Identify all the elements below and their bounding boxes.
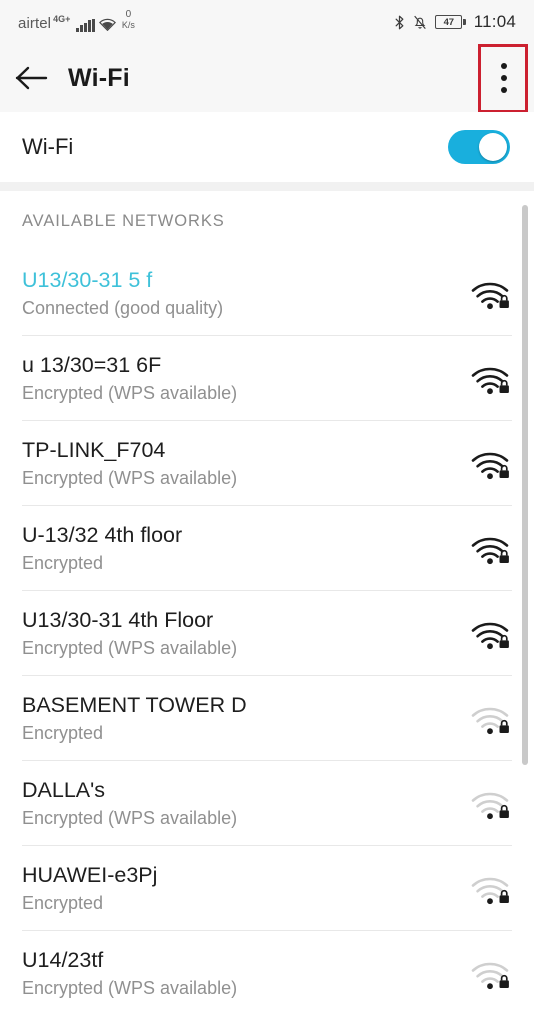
network-list-item[interactable]: DALLA's Encrypted (WPS available) [0, 761, 534, 846]
wifi-toggle-switch[interactable] [448, 130, 510, 164]
network-ssid: U13/30-31 5 f [22, 269, 223, 292]
network-ssid: U14/23tf [22, 949, 237, 972]
section-header-available-networks: AVAILABLE NETWORKS [0, 191, 534, 251]
wifi-lock-icon [468, 872, 512, 906]
signal-bars-icon [76, 19, 95, 32]
wifi-toggle-row[interactable]: Wi-Fi [0, 112, 534, 182]
network-ssid: U-13/32 4th floor [22, 524, 182, 547]
data-rate-value: 0 [126, 10, 132, 21]
network-list-item[interactable]: U14/23tf Encrypted (WPS available) [0, 931, 534, 1016]
network-status: Encrypted (WPS available) [22, 979, 237, 998]
network-text: TP-LINK_F704 Encrypted (WPS available) [22, 439, 237, 487]
network-status: Encrypted (WPS available) [22, 469, 237, 488]
battery-percent-label: 47 [444, 17, 454, 28]
wifi-lock-icon [468, 957, 512, 991]
wifi-lock-icon [468, 277, 512, 311]
network-ssid: DALLA's [22, 779, 237, 802]
wifi-icon [99, 18, 116, 31]
wifi-lock-icon [468, 787, 512, 821]
network-status: Encrypted (WPS available) [22, 639, 237, 658]
network-ssid: u 13/30=31 6F [22, 354, 237, 377]
network-ssid: HUAWEI-e3Pj [22, 864, 157, 887]
wifi-lock-icon [468, 702, 512, 736]
network-text: U13/30-31 4th Floor Encrypted (WPS availa… [22, 609, 237, 657]
network-status: Encrypted [22, 554, 182, 573]
carrier-label: airtel [18, 16, 51, 31]
network-ssid: TP-LINK_F704 [22, 439, 237, 462]
battery-icon: 47 [435, 15, 466, 29]
network-list-item[interactable]: BASEMENT TOWER D Encrypted [0, 676, 534, 761]
app-bar: Wi-Fi [0, 44, 534, 112]
network-text: U14/23tf Encrypted (WPS available) [22, 949, 237, 997]
network-text: HUAWEI-e3Pj Encrypted [22, 864, 157, 912]
network-text: U-13/32 4th floor Encrypted [22, 524, 182, 572]
network-status: Connected (good quality) [22, 299, 223, 318]
network-status: Encrypted (WPS available) [22, 809, 237, 828]
network-text: u 13/30=31 6F Encrypted (WPS available) [22, 354, 237, 402]
data-rate-indicator: 0 K/s [122, 10, 135, 30]
wifi-lock-icon [468, 617, 512, 651]
wifi-lock-icon [468, 362, 512, 396]
network-ssid: BASEMENT TOWER D [22, 694, 247, 717]
wifi-lock-icon [468, 532, 512, 566]
status-bar: airtel 4G+ 0 K/s [0, 0, 534, 44]
network-status: Encrypted [22, 894, 157, 913]
arrow-left-icon [15, 65, 48, 91]
clock-label: 11:04 [474, 12, 516, 32]
network-ssid: U13/30-31 4th Floor [22, 609, 237, 632]
network-list-item[interactable]: u 13/30=31 6F Encrypted (WPS available) [0, 336, 534, 421]
list-scrollbar[interactable] [522, 205, 528, 765]
data-rate-unit: K/s [122, 21, 135, 30]
wifi-lock-icon [468, 447, 512, 481]
available-networks-list[interactable]: AVAILABLE NETWORKS U13/30-31 5 f Connecte… [0, 191, 534, 1024]
status-bar-right: 47 11:04 [394, 12, 516, 32]
wifi-toggle-label: Wi-Fi [22, 134, 73, 160]
network-list-item[interactable]: U-13/32 4th floor Encrypted [0, 506, 534, 591]
network-text: DALLA's Encrypted (WPS available) [22, 779, 237, 827]
page-title: Wi-Fi [68, 64, 130, 93]
network-type-label: 4G+ [53, 15, 70, 24]
bell-muted-icon [413, 15, 427, 30]
network-text: U13/30-31 5 f Connected (good quality) [22, 269, 223, 317]
status-bar-left: airtel 4G+ 0 K/s [18, 12, 135, 32]
network-status: Encrypted [22, 724, 247, 743]
network-list-item[interactable]: U13/30-31 4th Floor Encrypted (WPS availa… [0, 591, 534, 676]
phone-screen: airtel 4G+ 0 K/s [0, 0, 534, 1024]
network-list-item[interactable]: U13/30-31 5 f Connected (good quality) [0, 251, 534, 336]
more-vertical-icon[interactable] [480, 54, 528, 102]
network-status: Encrypted (WPS available) [22, 384, 237, 403]
network-list-item[interactable]: HUAWEI-e3Pj Encrypted [0, 846, 534, 931]
network-text: BASEMENT TOWER D Encrypted [22, 694, 247, 742]
bluetooth-icon [394, 15, 405, 30]
network-list-item[interactable]: TP-LINK_F704 Encrypted (WPS available) [0, 421, 534, 506]
wifi-toggle-knob [479, 133, 507, 161]
back-button[interactable] [0, 44, 62, 112]
section-divider [0, 182, 534, 191]
